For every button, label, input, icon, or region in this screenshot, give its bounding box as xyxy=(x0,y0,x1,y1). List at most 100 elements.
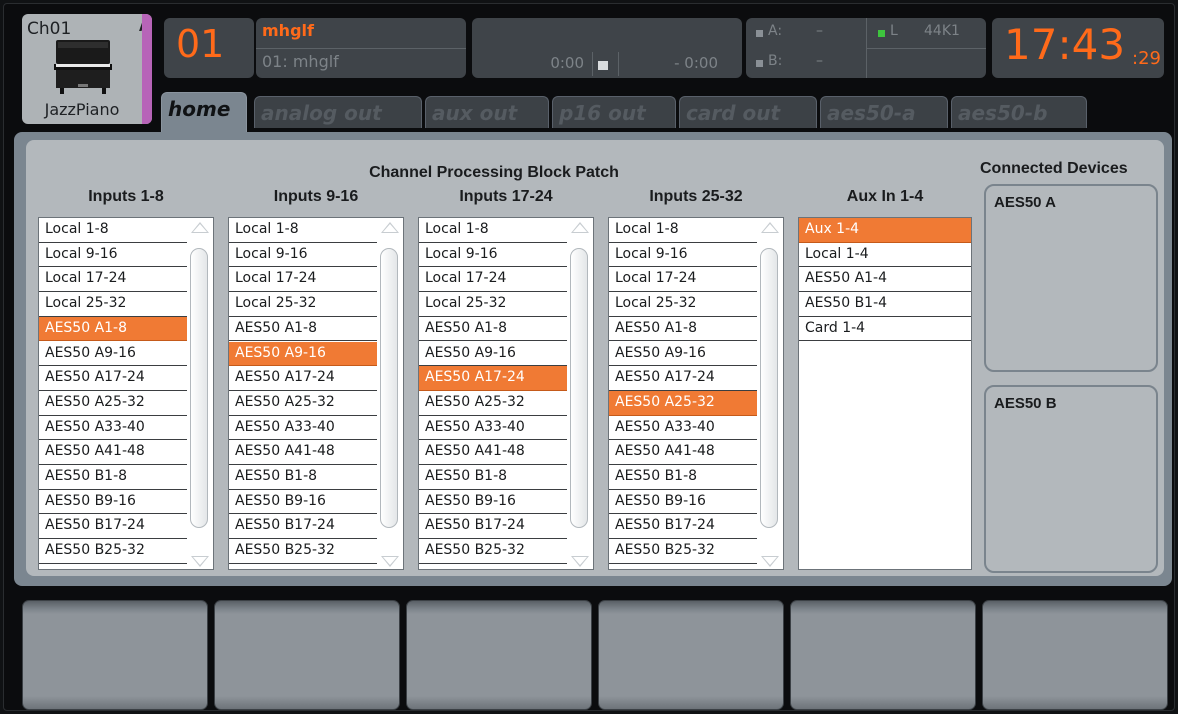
soft-button-4[interactable] xyxy=(598,600,784,710)
scroll-down-icon[interactable] xyxy=(191,556,209,567)
channel-select-button[interactable]: Ch01 A JazzPiano xyxy=(22,14,152,124)
scrollbar[interactable] xyxy=(759,218,781,569)
list-item[interactable]: Local 25-32 xyxy=(419,292,567,317)
list-item[interactable]: AES50 A9-16 xyxy=(39,342,187,367)
list-item[interactable]: AES50 A41-48 xyxy=(229,440,377,465)
soft-button-5[interactable] xyxy=(790,600,976,710)
list-item[interactable]: Local 1-8 xyxy=(609,218,757,243)
soft-button-1[interactable] xyxy=(22,600,208,710)
list-item[interactable]: AES50 B9-16 xyxy=(419,490,567,515)
list-item[interactable]: AES50 B9-16 xyxy=(229,490,377,515)
scroll-down-icon[interactable] xyxy=(381,556,399,567)
scrollbar[interactable] xyxy=(569,218,591,569)
list-item[interactable]: AES50 A1-4 xyxy=(799,267,971,293)
stop-icon[interactable] xyxy=(598,61,608,70)
list-item[interactable]: Local 17-24 xyxy=(229,267,377,293)
list-item[interactable]: AES50 A33-40 xyxy=(229,416,377,441)
scroll-down-icon[interactable] xyxy=(571,556,589,567)
list-item[interactable]: AES50 A17-24 xyxy=(419,366,567,391)
list-item[interactable]: Local 9-16 xyxy=(39,243,187,268)
list-item[interactable]: Local 17-24 xyxy=(609,267,757,293)
list-item[interactable]: AES50 B1-8 xyxy=(419,465,567,490)
scene-display[interactable]: mhglf 01: mhglf xyxy=(256,18,466,78)
list-item[interactable]: AES50 A25-32 xyxy=(229,391,377,416)
scrollbar-thumb[interactable] xyxy=(760,248,778,528)
list-item[interactable]: Local 1-8 xyxy=(39,218,187,243)
scroll-down-icon[interactable] xyxy=(761,556,779,567)
device-slot-aes50-b[interactable]: AES50 B xyxy=(984,385,1158,573)
list-item[interactable]: AES50 B25-32 xyxy=(419,539,567,564)
list-item[interactable]: AES50 A33-40 xyxy=(39,416,187,441)
list-item[interactable]: Local 17-24 xyxy=(39,267,187,293)
list-item[interactable]: Local 25-32 xyxy=(39,292,187,317)
scrollbar-thumb[interactable] xyxy=(190,248,208,528)
tab-aux-out[interactable]: aux out xyxy=(425,96,549,128)
soft-button-6[interactable] xyxy=(982,600,1168,710)
list-item[interactable]: AES50 A41-48 xyxy=(419,440,567,465)
list-item[interactable]: AES50 B1-8 xyxy=(229,465,377,490)
list-item[interactable]: AES50 A33-40 xyxy=(609,416,757,441)
scroll-up-icon[interactable] xyxy=(191,222,209,233)
soft-button-2[interactable] xyxy=(214,600,400,710)
list-item[interactable]: Local 9-16 xyxy=(609,243,757,268)
scroll-up-icon[interactable] xyxy=(571,222,589,233)
tab-card-out[interactable]: card out xyxy=(679,96,817,128)
list-item[interactable]: AES50 B17-24 xyxy=(419,514,567,540)
list-item[interactable]: AES50 A25-32 xyxy=(39,391,187,416)
scrollbar-thumb[interactable] xyxy=(570,248,588,528)
list-item[interactable]: AES50 A17-24 xyxy=(609,366,757,391)
tab-aes50-a[interactable]: aes50-a xyxy=(820,96,948,128)
list-item[interactable]: AES50 A1-8 xyxy=(229,317,377,342)
list-item[interactable]: Local 25-32 xyxy=(229,292,377,317)
list-item[interactable]: Local 17-24 xyxy=(419,267,567,293)
scrollbar[interactable] xyxy=(379,218,401,569)
list-item[interactable]: AES50 B1-8 xyxy=(39,465,187,490)
list-item[interactable]: AES50 B1-4 xyxy=(799,292,971,317)
scrollbar[interactable] xyxy=(189,218,211,569)
soft-button-3[interactable] xyxy=(406,600,592,710)
source-list-inputs-17-24[interactable]: Local 1-8 Local 9-16 Local 17-24 Local 25-3… xyxy=(418,217,594,570)
list-item[interactable]: Local 1-4 xyxy=(799,243,971,268)
list-item[interactable]: AES50 B17-24 xyxy=(229,514,377,540)
source-list-inputs-1-8[interactable]: Local 1-8 Local 9-16 Local 17-24 Local 25-3… xyxy=(38,217,214,570)
tab-home[interactable]: home xyxy=(161,92,247,132)
list-item[interactable]: AES50 A1-8 xyxy=(419,317,567,342)
list-item[interactable]: AES50 B9-16 xyxy=(39,490,187,515)
list-item[interactable]: AES50 B17-24 xyxy=(609,514,757,540)
list-item[interactable]: AES50 B25-32 xyxy=(609,539,757,564)
list-item[interactable]: AES50 B1-8 xyxy=(609,465,757,490)
tab-p16-out[interactable]: p16 out xyxy=(552,96,676,128)
list-item[interactable]: AES50 A25-32 xyxy=(419,391,567,416)
source-list-inputs-9-16[interactable]: Local 1-8 Local 9-16 Local 17-24 Local 25-3… xyxy=(228,217,404,570)
list-item[interactable]: AES50 A1-8 xyxy=(609,317,757,342)
list-item[interactable]: Aux 1-4 xyxy=(799,218,971,243)
scroll-up-icon[interactable] xyxy=(381,222,399,233)
transport-display[interactable]: 0:00 - 0:00 xyxy=(472,18,742,78)
list-item[interactable]: AES50 A1-8 xyxy=(39,316,187,342)
source-list-inputs-25-32[interactable]: Local 1-8 Local 9-16 Local 17-24 Local 25-3… xyxy=(608,217,784,570)
list-item[interactable]: Local 1-8 xyxy=(229,218,377,243)
list-item[interactable]: AES50 A9-16 xyxy=(609,342,757,367)
list-item[interactable]: AES50 A9-16 xyxy=(419,342,567,367)
list-item[interactable]: Local 1-8 xyxy=(419,218,567,243)
list-item[interactable]: AES50 A9-16 xyxy=(229,341,377,367)
scroll-up-icon[interactable] xyxy=(761,222,779,233)
list-item[interactable]: Local 25-32 xyxy=(609,292,757,317)
tab-analog-out[interactable]: analog out xyxy=(254,96,422,128)
list-item[interactable]: AES50 A25-32 xyxy=(609,390,757,416)
list-item[interactable]: Local 9-16 xyxy=(419,243,567,268)
list-item[interactable]: AES50 A33-40 xyxy=(419,416,567,441)
list-item[interactable]: AES50 A41-48 xyxy=(39,440,187,465)
list-item[interactable]: AES50 B25-32 xyxy=(39,539,187,564)
tab-aes50-b[interactable]: aes50-b xyxy=(951,96,1087,128)
list-item[interactable]: Local 9-16 xyxy=(229,243,377,268)
list-item[interactable]: AES50 B9-16 xyxy=(609,490,757,515)
scrollbar-thumb[interactable] xyxy=(380,248,398,528)
list-item[interactable]: AES50 B25-32 xyxy=(229,539,377,564)
device-slot-aes50-a[interactable]: AES50 A xyxy=(984,184,1158,372)
source-list-aux-in-1-4[interactable]: Aux 1-4 Local 1-4 AES50 A1-4 AES50 B1-4 Card… xyxy=(798,217,972,570)
list-item[interactable]: AES50 A17-24 xyxy=(229,366,377,391)
list-item[interactable]: AES50 A41-48 xyxy=(609,440,757,465)
list-item[interactable]: AES50 A17-24 xyxy=(39,366,187,391)
list-item[interactable]: AES50 B17-24 xyxy=(39,514,187,540)
